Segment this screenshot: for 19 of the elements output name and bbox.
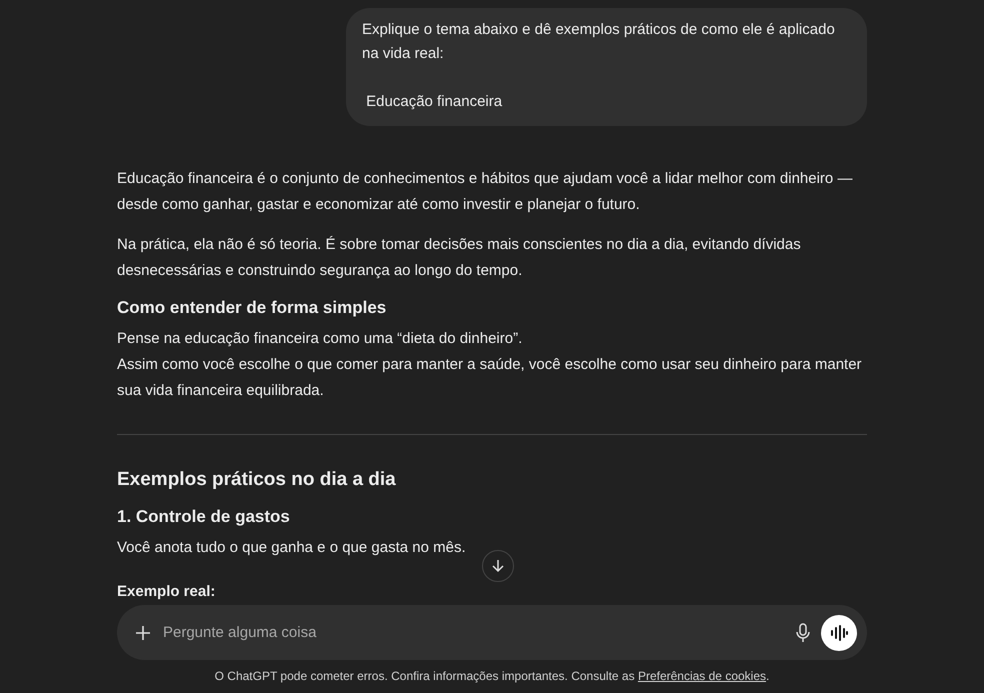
scroll-down-button[interactable]: [482, 550, 514, 582]
disclaimer: O ChatGPT pode cometer erros. Confira informações importantes. Consulte as Preferências de cookies.: [214, 669, 770, 683]
example-label: Exemplo real:: [117, 583, 216, 600]
arrow-down-icon: [490, 558, 506, 574]
paragraph: Pense na educação financeira como uma “dieta do dinheiro”. Assim como você escolhe o que comer para manter a saúde, você escolhe como usar seu dinheiro para manter sua vida financeira equilibrada.: [117, 329, 863, 401]
cookie-preferences-link[interactable]: Preferências de cookies: [638, 669, 766, 683]
paragraph: Educação financeira é o conjunto de conhecimentos e hábitos que ajudam você a lidar melhor com dinheiro — desde como ganhar, gastar e economizar até como investir e planejar o futuro.: [117, 169, 854, 215]
section-heading: Exemplos práticos no dia a dia: [117, 469, 397, 491]
message-composer[interactable]: Pergunte alguma coisa: [117, 605, 867, 660]
subheading: Como entender de forma simples: [117, 298, 388, 318]
microphone-icon[interactable]: [795, 622, 811, 642]
voice-mode-button[interactable]: [821, 614, 857, 650]
paragraph: Na prática, ela não é só teoria. É sobre tomar decisões mais conscientes no dia a dia, evitando dívidas desnecessárias e construindo segurança ao longo do tempo.: [117, 235, 802, 281]
paragraph: Você anota tudo o que ganha e o que gasta no mês.: [117, 538, 467, 558]
message-input[interactable]: Pergunte alguma coisa: [161, 623, 785, 642]
waveform-icon: [830, 624, 848, 640]
add-icon[interactable]: [135, 624, 151, 640]
user-message: Explique o tema abaixo e dê exemplos práticos de como ele é aplicado na vida real: Educação financeira: [346, 8, 867, 126]
subheading: 1. Controle de gastos: [117, 507, 291, 527]
